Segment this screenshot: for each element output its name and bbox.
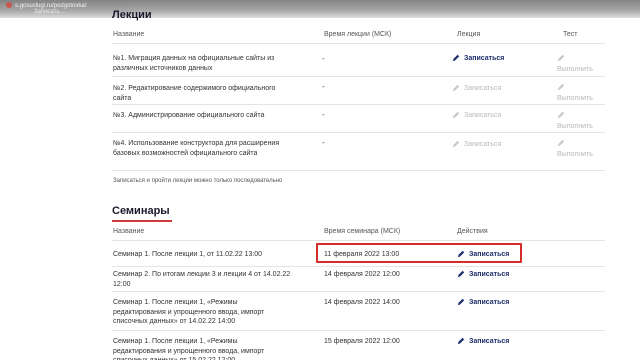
lectures-header-test: Тест [563,31,578,38]
lectures-header-lecture: Лекция [457,31,481,38]
site-favicon-icon [6,2,12,8]
lecture-time: - [322,138,325,147]
lectures-note: Записаться и пройти лекции можно только … [113,178,283,184]
divider [112,104,605,105]
pencil-icon [457,298,465,306]
lecture-name: №3. Администрирование официального сайта [113,112,265,119]
seminar-time: 14 февраля 2022 14:00 [324,299,400,306]
lecture-time: - [322,82,325,91]
lectures-header-time: Время лекции (МСК) [324,31,392,38]
lecture-time: - [322,110,325,119]
seminar-signup-button[interactable]: Записаться [457,270,509,278]
pencil-icon [557,139,565,147]
divider [112,76,605,77]
divider [112,291,605,292]
pencil-icon [452,111,460,119]
lecture-test-button[interactable]: Выполнить [557,111,593,131]
lecture-test-button[interactable]: Выполнить [557,54,593,74]
lecture-name: №4. Использование конструктора для расши… [113,140,280,157]
lecture-time: - [322,54,325,63]
seminar-name: Семинар 1. После лекции 1, «Режимы редак… [113,299,265,325]
pencil-icon [457,337,465,345]
pencil-icon [457,270,465,278]
browser-address-bar[interactable]: s.gosuslugi.ru/podgotovka/ Записать... [0,0,640,18]
seminar-time: 15 февраля 2022 12:00 [324,338,400,345]
pencil-icon [557,54,565,62]
address-url[interactable]: s.gosuslugi.ru/podgotovka/ [6,2,86,9]
highlight-box [316,243,522,263]
lecture-test-button[interactable]: Выполнить [557,139,593,159]
pencil-icon [452,54,460,62]
seminar-name: Семинар 1. После лекции 1, «Режимы редак… [113,338,265,360]
divider [112,43,605,44]
seminar-time: 14 февраля 2022 12:00 [324,271,400,278]
tab-title[interactable]: Записать... [34,9,65,15]
seminars-title: Семинары [112,205,170,217]
seminar-name: Семинар 1. После лекции 1, от 11.02.22 1… [113,251,263,258]
divider [112,132,605,133]
pencil-icon [452,84,460,92]
lecture-signup-button[interactable]: Записаться [452,54,504,62]
pencil-icon [452,140,460,148]
divider [112,240,605,241]
pencil-icon [557,111,565,119]
lecture-signup-button[interactable]: Записаться [452,140,501,148]
lecture-signup-button[interactable]: Записаться [452,111,501,119]
seminars-header-actions: Действия [457,228,488,235]
divider [112,330,605,331]
lecture-signup-button[interactable]: Записаться [452,84,501,92]
seminar-signup-button[interactable]: Записаться [457,298,509,306]
seminar-signup-button[interactable]: Записаться [457,337,509,345]
seminars-header-time: Время семинара (МСК) [324,228,401,235]
lecture-test-button[interactable]: Выполнить [557,83,593,103]
divider [112,266,605,267]
lectures-title: Лекции [112,9,152,21]
lectures-header-name: Название [113,31,145,38]
lecture-name: №1. Миграция данных на официальные сайты… [113,55,275,72]
seminar-name: Семинар 2. По итогам лекции 3 и лекции 4… [113,271,291,288]
divider [112,170,605,171]
seminars-header-name: Название [113,228,145,235]
seminars-title-underline [112,220,172,222]
lecture-name: №2. Редактирование содержимого официальн… [113,85,276,102]
pencil-icon [557,83,565,91]
